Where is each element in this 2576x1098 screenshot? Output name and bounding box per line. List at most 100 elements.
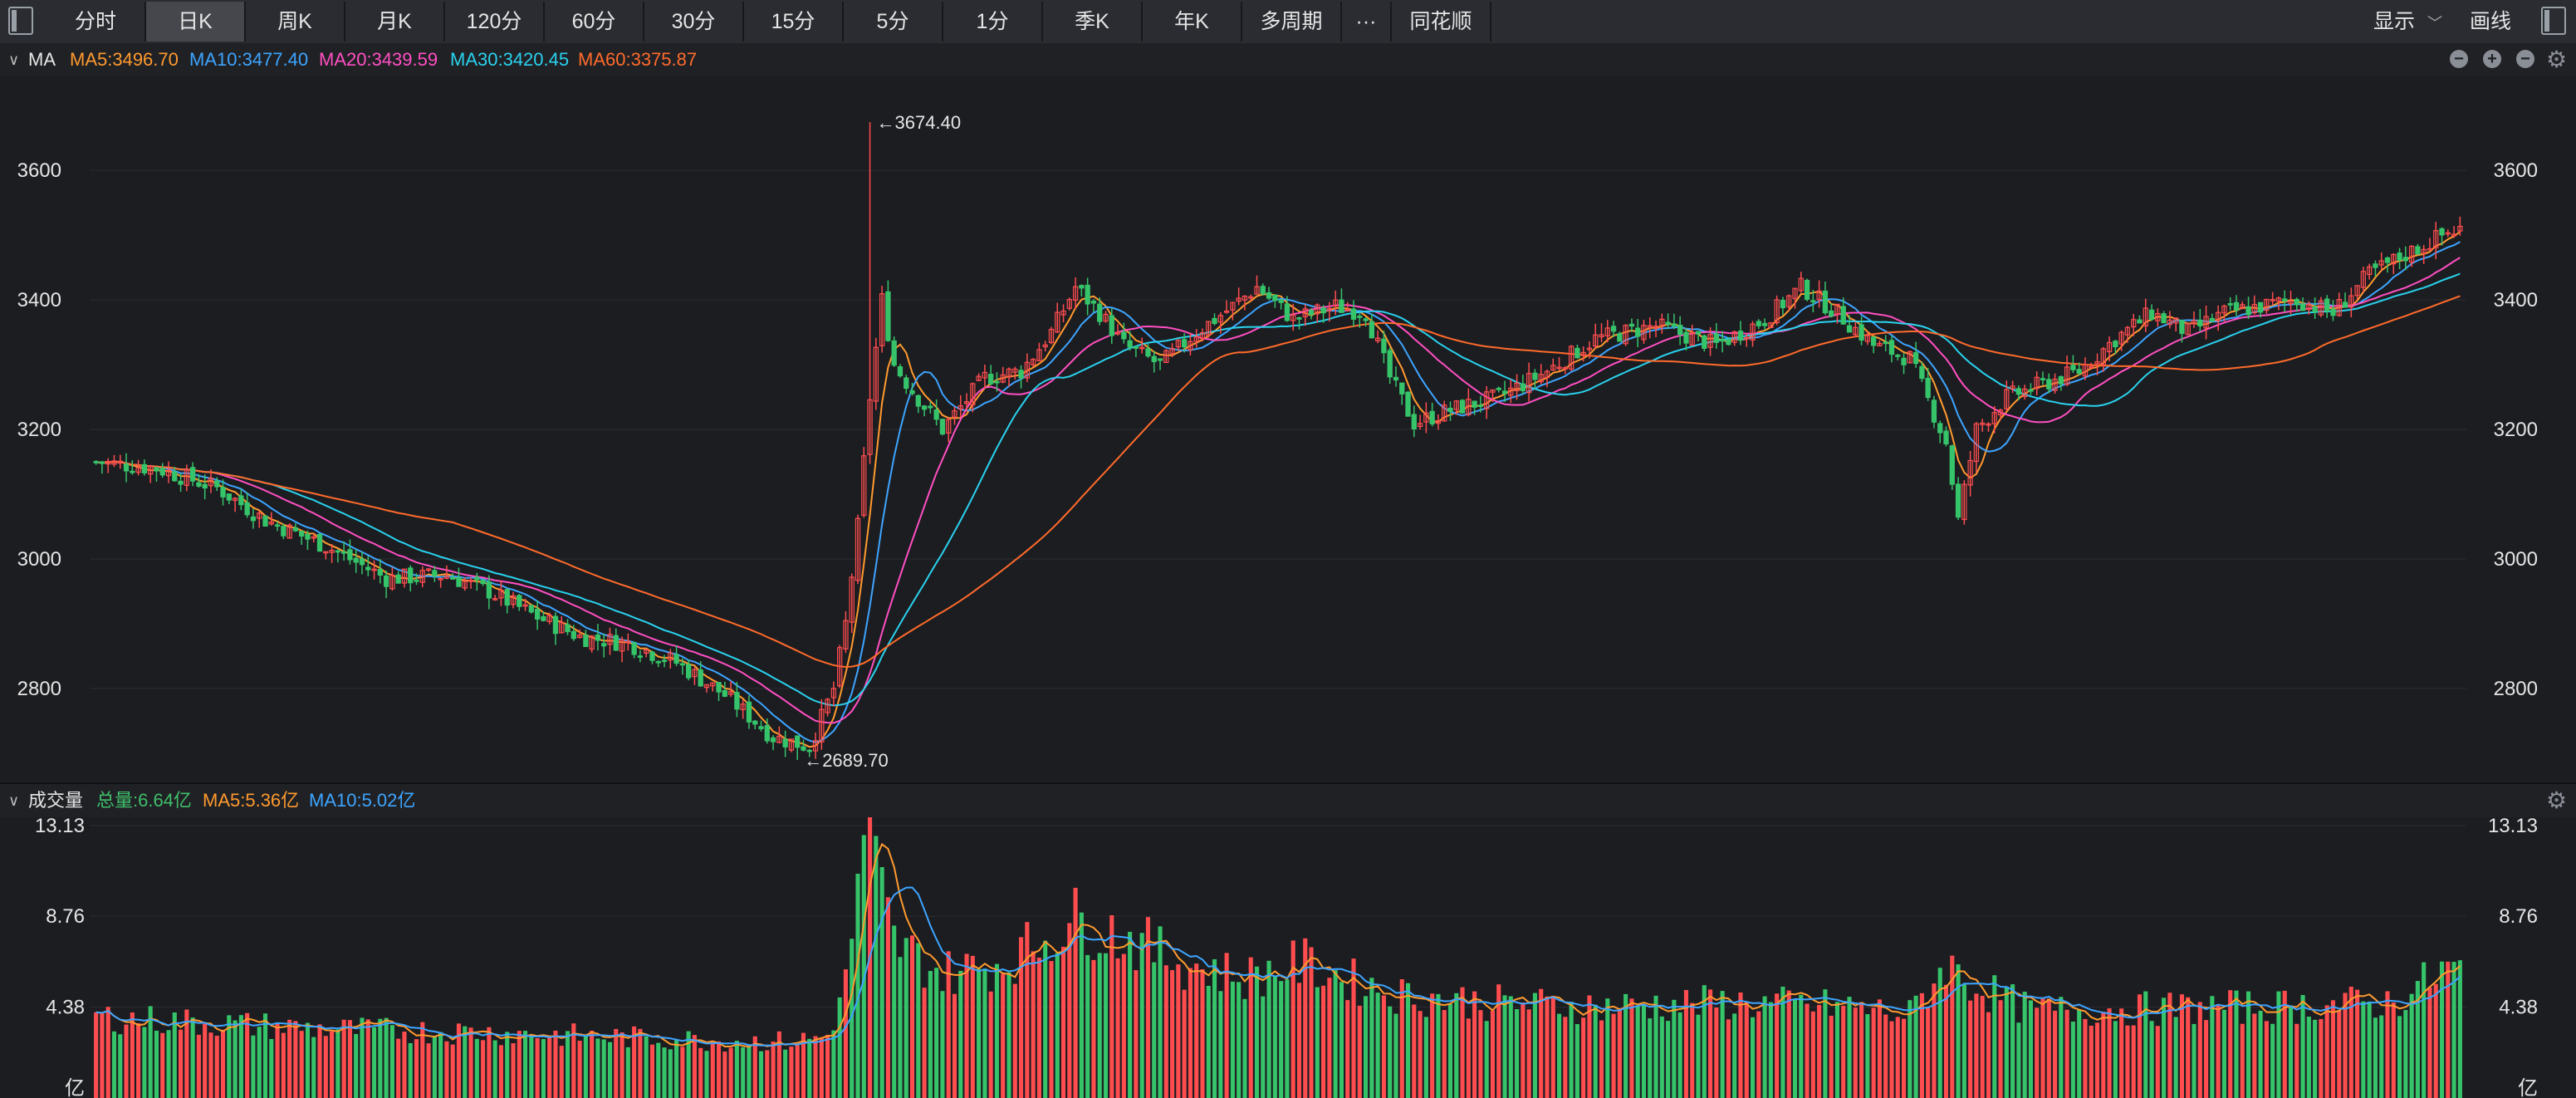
- ma-line-MA20: [95, 257, 2461, 724]
- volume-bar: [335, 1029, 340, 1098]
- volume-bar: [1237, 982, 1241, 1098]
- volume-bar: [360, 1017, 365, 1098]
- candle-body: [649, 651, 655, 661]
- volume-bar: [1218, 991, 1223, 1098]
- period-tab-13[interactable]: ···: [1342, 2, 1392, 42]
- collapse-caret-icon[interactable]: ∨: [8, 43, 19, 76]
- candle-body: [1810, 300, 1816, 303]
- period-tab-4[interactable]: 120分: [445, 2, 545, 42]
- price-settings-gear-icon[interactable]: ⚙: [2546, 43, 2567, 76]
- candle-body: [1357, 316, 1363, 318]
- display-menu-button[interactable]: 显示 ﹀: [2373, 2, 2442, 42]
- volume-bar: [2186, 997, 2191, 1098]
- candle-body: [2402, 257, 2408, 262]
- candle-body: [679, 663, 686, 666]
- candle-body: [698, 669, 703, 687]
- volume-bar: [1623, 993, 1628, 1098]
- candle-body: [154, 467, 159, 472]
- volume-bar: [2149, 1021, 2154, 1098]
- period-tab-8[interactable]: 5分: [844, 2, 943, 42]
- period-tab-7[interactable]: 15分: [744, 2, 844, 42]
- volume-bar: [1641, 1005, 1647, 1098]
- ma-line-MA10: [95, 241, 2461, 743]
- volume-bar: [2143, 991, 2148, 1098]
- candle-body: [1919, 365, 1925, 380]
- volume-bar: [1611, 1013, 1616, 1098]
- add-indicator-icon[interactable]: +: [2483, 50, 2501, 68]
- volume-bar: [541, 1039, 546, 1098]
- candle-body: [637, 655, 644, 658]
- candle-body: [486, 581, 492, 599]
- volume-bar: [1091, 959, 1096, 1098]
- period-tab-11[interactable]: 年K: [1143, 2, 1242, 42]
- candle-body: [238, 495, 244, 506]
- volume-bar: [1170, 970, 1175, 1098]
- collapse-caret-icon[interactable]: ∨: [8, 784, 19, 817]
- volume-bar: [1418, 1011, 1423, 1098]
- period-tab-9[interactable]: 1分: [943, 2, 1043, 42]
- volume-bar: [632, 1026, 637, 1098]
- volume-bar: [402, 1032, 407, 1098]
- minimize-panel-icon[interactable]: −: [2450, 50, 2468, 68]
- volume-bar: [625, 1047, 630, 1098]
- volume-bar: [2167, 993, 2172, 1098]
- period-tab-14[interactable]: 同花顺F10: [1392, 2, 1491, 73]
- candle-body: [891, 340, 897, 366]
- period-tab-2[interactable]: 周K: [246, 2, 345, 42]
- volume-bar: [1653, 995, 1658, 1098]
- volume-bar: [1901, 1018, 1907, 1098]
- volume-total-legend: 总量:6.64亿: [96, 790, 192, 811]
- candle-body: [2415, 246, 2421, 255]
- volume-bar: [1883, 1014, 1888, 1098]
- draw-line-button[interactable]: 画线: [2470, 2, 2511, 42]
- left-sidebar-toggle-icon[interactable]: [8, 7, 33, 35]
- candle-body: [456, 576, 462, 587]
- period-tab-0[interactable]: 分时: [47, 2, 146, 42]
- candle-body: [408, 567, 414, 584]
- volume-bar: [2245, 991, 2251, 1098]
- volume-bar: [1472, 991, 1477, 1098]
- volume-bar: [2035, 1007, 2040, 1098]
- period-tab-6[interactable]: 30分: [644, 2, 744, 42]
- volume-bar: [203, 1023, 208, 1098]
- volume-bar: [2173, 1017, 2178, 1098]
- period-tab-5[interactable]: 60分: [545, 2, 644, 42]
- candle-body: [2137, 319, 2143, 324]
- volume-bar: [1012, 983, 1017, 1098]
- indicator-name: MA: [28, 49, 56, 70]
- period-tab-10[interactable]: 季K: [1043, 2, 1143, 42]
- ma10-legend: MA10:3477.40: [189, 49, 309, 70]
- volume-bar: [214, 1036, 219, 1098]
- volume-bar: [1393, 1013, 1398, 1098]
- volume-bar: [747, 1046, 752, 1098]
- volume-bar: [463, 1026, 468, 1098]
- volume-bar: [861, 835, 866, 1098]
- price-candlestick-chart[interactable]: 2800 2800 3000 3000 3200 3200 3400 3400 3600 3600…: [0, 76, 2576, 782]
- volume-bar: [118, 1034, 123, 1098]
- period-tab-1[interactable]: 日K: [146, 2, 246, 42]
- volume-bar: [1049, 961, 1054, 1098]
- volume-bar: [347, 1020, 352, 1098]
- y-tick-right-2: 3200: [2494, 419, 2538, 441]
- remove-indicator-icon[interactable]: −: [2516, 50, 2534, 68]
- candle-body: [292, 527, 299, 532]
- candle-body: [685, 664, 692, 679]
- volume-bar: [1454, 993, 1459, 1098]
- volume-bar: [1442, 1010, 1447, 1098]
- candle-body: [130, 470, 135, 473]
- candle-body: [226, 493, 232, 501]
- candle-body: [1109, 315, 1114, 336]
- period-tab-3[interactable]: 月K: [345, 2, 445, 42]
- right-sidebar-toggle-icon[interactable]: [2541, 7, 2566, 35]
- candle-body: [1121, 331, 1127, 340]
- volume-bar: [1599, 1020, 1604, 1098]
- volume-bar-chart[interactable]: 4.38 4.38 8.76 8.76 13.13 13.13 亿 亿: [0, 817, 2576, 1098]
- volume-bar: [1152, 962, 1157, 1098]
- volume-bar: [1206, 985, 1211, 1098]
- candle-body: [432, 570, 438, 577]
- candle-body: [123, 463, 130, 472]
- volume-settings-gear-icon[interactable]: ⚙: [2546, 784, 2567, 817]
- period-tab-12[interactable]: 多周期: [1242, 2, 1342, 42]
- candle-body: [281, 526, 286, 537]
- candle-body: [340, 551, 347, 554]
